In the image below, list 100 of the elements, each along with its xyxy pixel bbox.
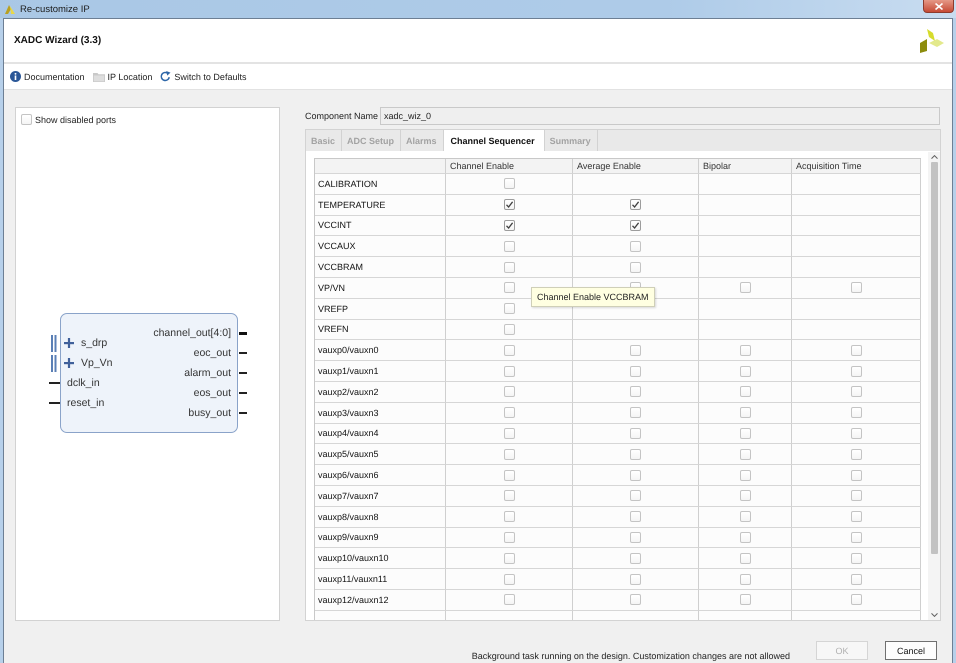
checkbox[interactable] xyxy=(630,574,641,585)
checkbox[interactable] xyxy=(740,532,750,543)
checkbox[interactable] xyxy=(504,532,514,543)
scrollbar[interactable] xyxy=(928,152,940,620)
toolbar-button[interactable]: IP Location xyxy=(92,72,152,82)
checkbox[interactable] xyxy=(850,344,862,356)
checkbox[interactable] xyxy=(740,428,750,439)
port-label: alarm_out xyxy=(184,367,231,379)
checkbox[interactable] xyxy=(850,532,862,543)
checkbox-label[interactable]: Show disabled ports xyxy=(35,114,116,124)
checkbox[interactable] xyxy=(504,282,514,294)
double-bar-icon xyxy=(51,354,57,372)
port-label: channel_out[4:0] xyxy=(153,327,231,339)
chevron-down-icon[interactable] xyxy=(930,613,938,617)
column-header: Bipolar xyxy=(699,159,792,174)
checkbox[interactable] xyxy=(630,594,641,606)
app-logo-icon xyxy=(4,3,16,15)
checkbox[interactable] xyxy=(850,366,862,377)
checkbox[interactable] xyxy=(740,386,750,398)
checkbox[interactable] xyxy=(740,490,750,502)
checkbox[interactable] xyxy=(740,344,750,356)
checkbox[interactable] xyxy=(504,594,514,606)
checkbox[interactable] xyxy=(504,490,514,502)
table-cell: VCCAUX xyxy=(315,236,446,258)
checkbox[interactable] xyxy=(740,574,750,585)
checkbox[interactable] xyxy=(504,344,514,356)
checkbox[interactable] xyxy=(630,386,641,398)
port-label: s_drp xyxy=(81,337,108,349)
checkbox[interactable] xyxy=(740,594,750,606)
checkbox[interactable] xyxy=(740,470,750,481)
checkbox[interactable] xyxy=(630,532,641,543)
checkbox[interactable] xyxy=(850,490,862,502)
checkbox[interactable] xyxy=(740,407,750,418)
checkbox[interactable] xyxy=(850,470,862,481)
checkbox[interactable] xyxy=(740,552,750,564)
close-icon xyxy=(934,2,942,10)
close-button[interactable] xyxy=(923,0,954,13)
checkbox[interactable] xyxy=(504,262,514,273)
checkbox[interactable] xyxy=(850,282,862,294)
checkbox[interactable] xyxy=(740,448,750,460)
checkbox[interactable] xyxy=(504,303,514,314)
checkbox[interactable] xyxy=(850,428,862,439)
chevron-up-icon[interactable] xyxy=(930,155,938,159)
toolbar-button[interactable]: Documentation xyxy=(10,71,85,82)
status-message: Background task running on the design. Customization changes are not allowed xyxy=(472,651,790,661)
checkbox[interactable] xyxy=(630,448,641,460)
checkbox[interactable] xyxy=(740,282,750,294)
checkbox[interactable] xyxy=(504,324,514,335)
checkbox[interactable] xyxy=(630,240,641,252)
checkbox[interactable] xyxy=(504,386,514,398)
checkbox[interactable] xyxy=(630,490,641,502)
checkbox[interactable] xyxy=(850,574,862,585)
checkbox[interactable] xyxy=(740,511,750,522)
checkbox[interactable] xyxy=(630,366,641,377)
table-cell: vauxp2/vauxn2 xyxy=(315,382,446,403)
plus-icon[interactable] xyxy=(64,338,74,348)
checkbox[interactable] xyxy=(630,511,641,522)
tab[interactable]: Channel Sequencer xyxy=(444,130,545,151)
bus-stub-icon xyxy=(239,332,247,334)
checkbox[interactable] xyxy=(850,511,862,522)
checkbox[interactable] xyxy=(850,552,862,564)
checkbox[interactable] xyxy=(630,552,641,564)
checkbox[interactable] xyxy=(504,240,514,252)
checkbox[interactable] xyxy=(504,448,514,460)
checkbox[interactable] xyxy=(850,407,862,418)
toolbar-button[interactable]: Switch to Defaults xyxy=(160,71,246,82)
checkbox[interactable] xyxy=(630,428,641,439)
checkbox[interactable] xyxy=(850,386,862,398)
checkbox[interactable] xyxy=(630,220,641,231)
table-cell: vauxp5/vauxn5 xyxy=(315,444,446,466)
scrollbar-thumb[interactable] xyxy=(930,162,938,554)
table-cell: vauxp8/vauxn8 xyxy=(315,506,446,528)
checkmark-icon xyxy=(504,220,514,230)
checkbox[interactable] xyxy=(21,114,32,125)
column-header: Acquisition Time xyxy=(792,159,921,174)
table-cell: VP/VN xyxy=(315,278,446,299)
checkbox[interactable] xyxy=(630,407,641,418)
cancel-button[interactable]: Cancel xyxy=(885,641,937,660)
checkbox[interactable] xyxy=(504,552,514,564)
checkbox[interactable] xyxy=(630,262,641,273)
checkbox[interactable] xyxy=(850,448,862,460)
checkbox[interactable] xyxy=(630,344,641,356)
checkbox[interactable] xyxy=(504,470,514,481)
checkbox[interactable] xyxy=(504,428,514,439)
checkbox[interactable] xyxy=(504,407,514,418)
column-header: Average Enable xyxy=(573,159,699,174)
checkbox[interactable] xyxy=(504,574,514,585)
folder-icon xyxy=(92,72,105,82)
plus-icon[interactable] xyxy=(64,358,74,368)
checkbox[interactable] xyxy=(630,199,641,210)
checkbox[interactable] xyxy=(740,366,750,377)
checkbox[interactable] xyxy=(504,220,514,231)
table-cell: vauxp1/vauxn1 xyxy=(315,361,446,382)
checkbox[interactable] xyxy=(504,366,514,377)
checkbox[interactable] xyxy=(504,178,514,190)
checkbox[interactable] xyxy=(630,470,641,481)
text-field[interactable]: xadc_wiz_0 xyxy=(380,107,940,125)
checkbox[interactable] xyxy=(504,511,514,522)
checkbox[interactable] xyxy=(850,594,862,606)
checkbox[interactable] xyxy=(504,199,514,210)
